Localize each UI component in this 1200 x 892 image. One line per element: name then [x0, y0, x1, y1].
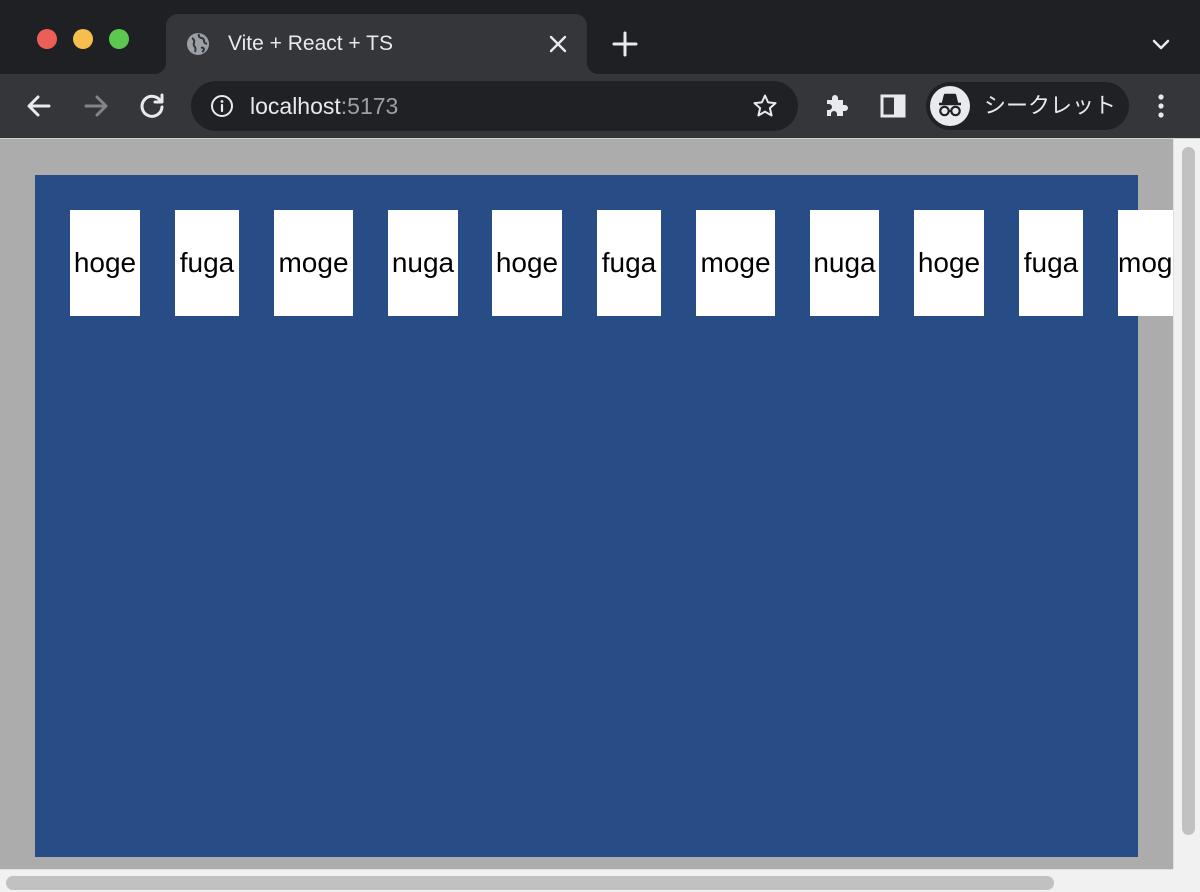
chevron-down-icon[interactable]	[1149, 32, 1173, 56]
card: hoge	[70, 210, 140, 316]
scrollbar-corner	[1173, 869, 1200, 892]
card: nuga	[810, 210, 879, 316]
browser-toolbar: localhost:5173 シークレット	[0, 74, 1200, 138]
kebab-icon[interactable]	[1145, 90, 1177, 122]
incognito-label: シークレット	[984, 93, 1117, 118]
window-close-button[interactable]	[37, 29, 57, 49]
plus-icon[interactable]	[611, 30, 639, 58]
url-text[interactable]: localhost:5173	[250, 93, 398, 119]
url-port: :5173	[340, 93, 399, 119]
window-minimize-button[interactable]	[73, 29, 93, 49]
card: fuga	[597, 210, 661, 316]
vertical-scrollbar-thumb[interactable]	[1182, 147, 1195, 835]
card: nuga	[388, 210, 458, 316]
incognito-profile-button[interactable]: シークレット	[926, 82, 1129, 130]
address-bar[interactable]: localhost:5173	[191, 81, 798, 131]
card: moge	[1118, 210, 1173, 316]
card: hoge	[914, 210, 984, 316]
card: moge	[696, 210, 775, 316]
tab-title: Vite + React + TS	[228, 32, 393, 55]
horizontal-scrollbar-thumb[interactable]	[6, 876, 1054, 890]
side-panel-icon[interactable]	[877, 90, 909, 122]
tab-strip: Vite + React + TS	[0, 0, 1200, 74]
card: hoge	[492, 210, 562, 316]
card: fuga	[175, 210, 239, 316]
horizontal-scrollbar[interactable]	[0, 869, 1173, 892]
globe-icon	[187, 33, 209, 55]
arrow-right-icon[interactable]	[80, 90, 112, 122]
star-icon[interactable]	[752, 93, 778, 119]
page-viewport: hoge fuga moge nuga hoge fuga moge nuga …	[0, 138, 1200, 892]
window-maximize-button[interactable]	[109, 29, 129, 49]
url-host: localhost	[250, 93, 341, 119]
incognito-icon	[930, 86, 970, 126]
close-icon[interactable]	[547, 33, 569, 55]
reload-icon[interactable]	[136, 90, 168, 122]
arrow-left-icon[interactable]	[23, 90, 55, 122]
puzzle-icon[interactable]	[820, 90, 852, 122]
card: fuga	[1019, 210, 1083, 316]
info-icon[interactable]	[210, 94, 234, 118]
card: moge	[274, 210, 353, 316]
tab-active[interactable]: Vite + React + TS	[154, 14, 599, 74]
vertical-scrollbar[interactable]	[1173, 139, 1200, 869]
